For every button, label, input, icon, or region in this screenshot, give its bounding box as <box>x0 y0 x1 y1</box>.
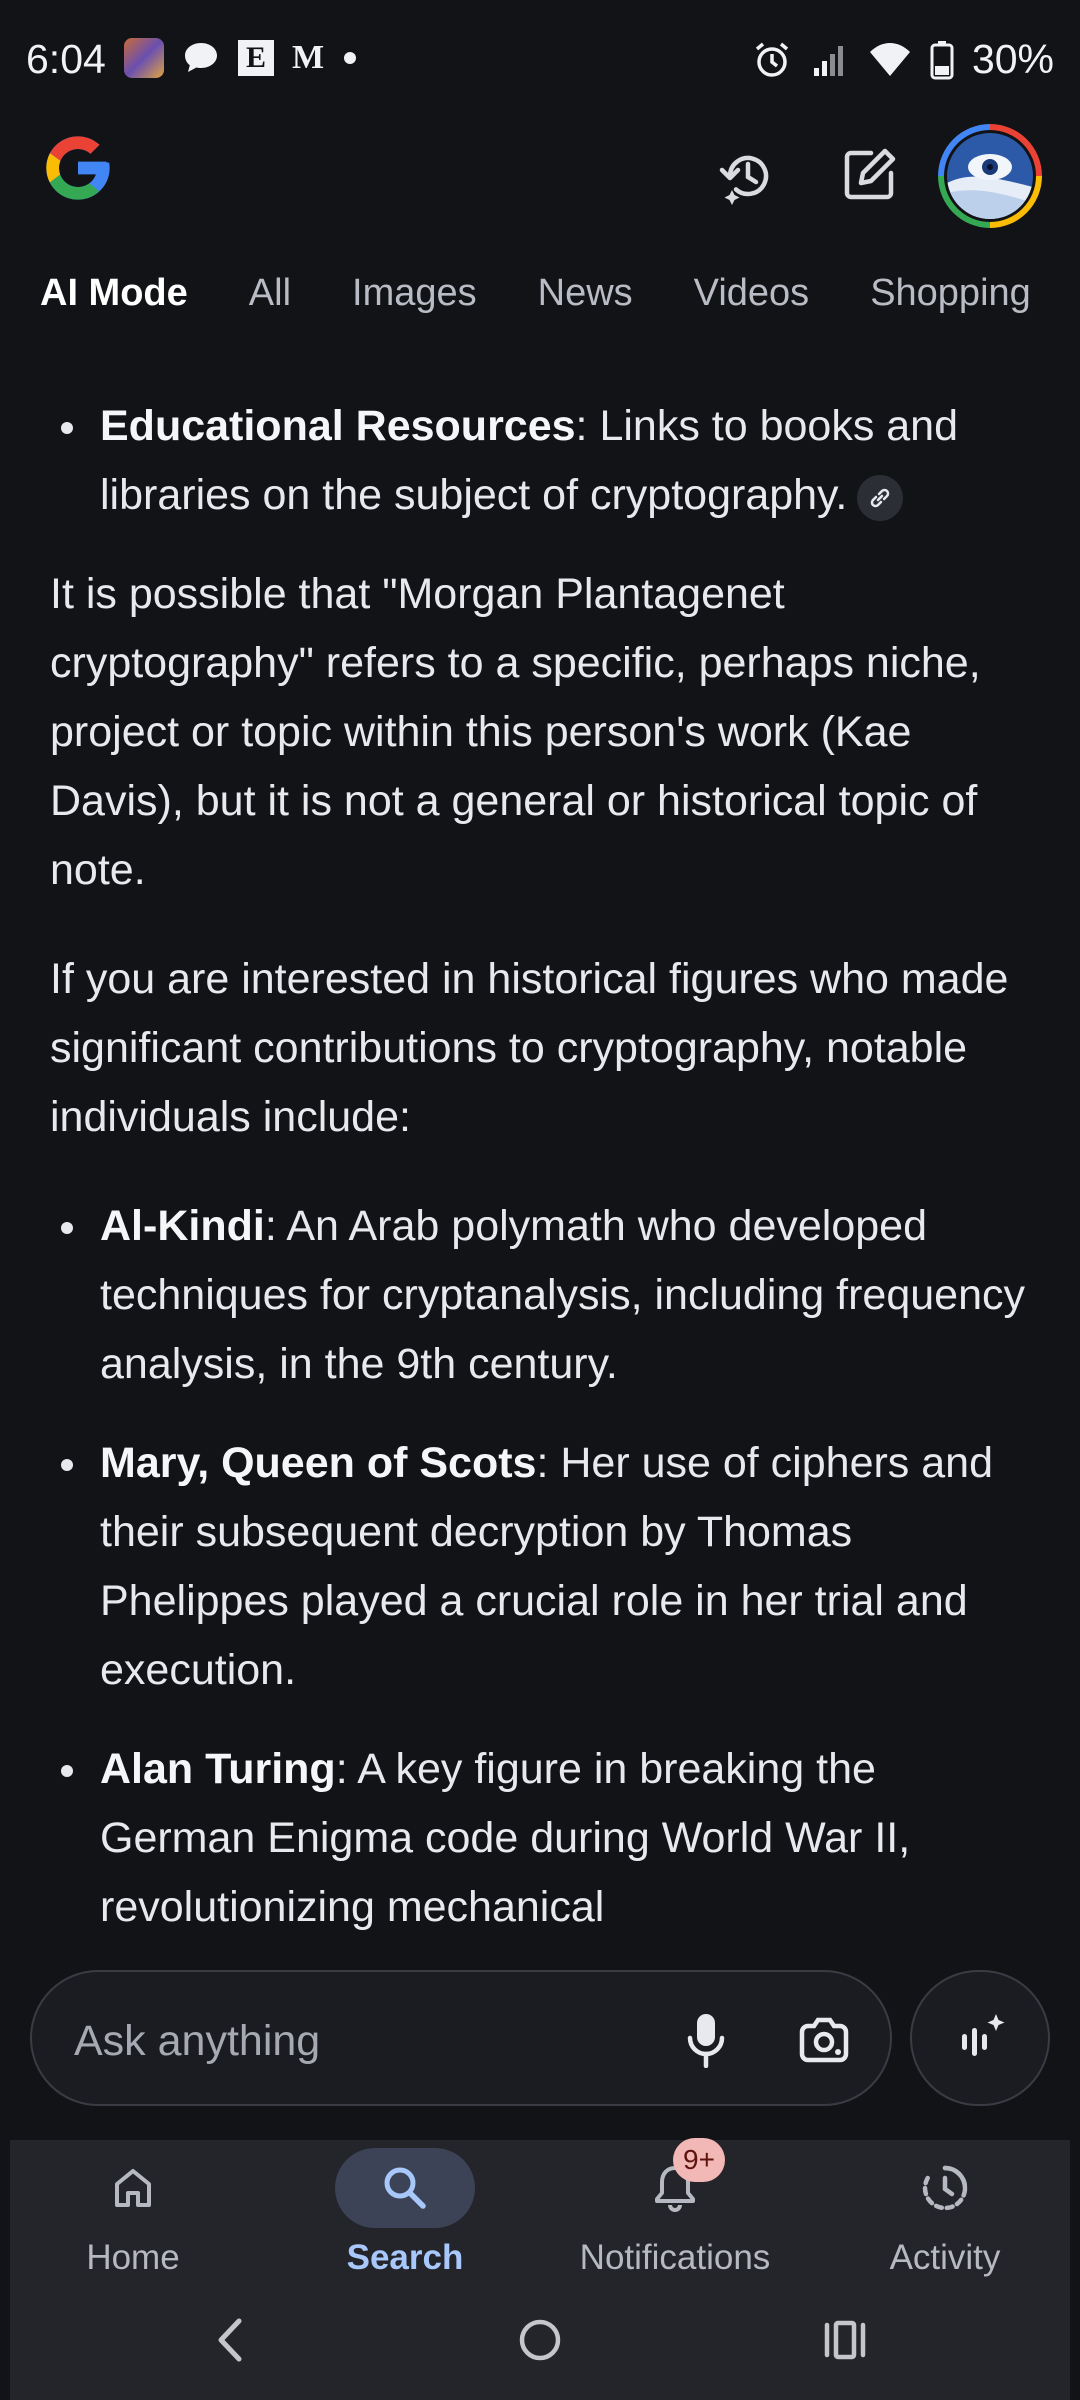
item-title: Alan Turing <box>100 1745 336 1793</box>
list-item: Mary, Queen of Scots: Her use of ciphers… <box>61 1429 1030 1705</box>
photo-app-icon <box>124 38 164 78</box>
ask-bar <box>30 1970 892 2106</box>
tab-all[interactable]: All <box>249 272 291 315</box>
home-system-button[interactable] <box>495 2300 585 2380</box>
recents-icon <box>824 2320 866 2360</box>
search-tabs: AI Mode All Images News Videos Shopping <box>40 272 1080 315</box>
figures-list: Al-Kindi: An Arab polymath who developed… <box>50 1192 1030 1937</box>
live-sparkle-icon <box>962 2014 1005 2056</box>
system-navigation <box>0 2290 1080 2390</box>
status-time: 6:04 <box>26 36 106 82</box>
circle-home-icon <box>519 2319 561 2361</box>
response-paragraph: It is possible that "Morgan Plantagenet … <box>50 570 981 894</box>
live-mode-button[interactable] <box>910 1970 1050 2106</box>
avatar-image <box>947 133 1033 219</box>
resources-list: Educational Resources: Links to books an… <box>50 392 1030 530</box>
nav-activity[interactable]: Activity <box>845 2148 1045 2278</box>
system-status: 30% <box>752 36 1054 83</box>
nav-notifications[interactable]: 9+ Notifications <box>575 2138 775 2278</box>
wifi-icon <box>869 42 910 76</box>
history-sparkle-icon <box>719 155 769 205</box>
notification-badge: 9+ <box>673 2138 725 2182</box>
signal-icon <box>813 45 843 76</box>
battery-icon <box>930 40 954 79</box>
response-paragraph: If you are interested in historical figu… <box>50 955 1009 1141</box>
e-app-icon: E <box>238 40 274 76</box>
nav-label: Activity <box>889 2238 1001 2277</box>
alarm-icon <box>755 42 789 77</box>
app-header <box>0 120 1080 240</box>
tab-images[interactable]: Images <box>352 272 477 315</box>
recents-button[interactable] <box>800 2300 890 2380</box>
back-icon <box>218 2318 242 2362</box>
battery-percent: 30% <box>971 36 1054 82</box>
list-item: Al-Kindi: An Arab polymath who developed… <box>61 1192 1030 1399</box>
home-icon <box>115 2169 151 2207</box>
item-title: Educational Resources <box>100 402 576 450</box>
lens-search-button[interactable] <box>788 2004 860 2076</box>
new-chat-button[interactable] <box>830 134 910 214</box>
history-button[interactable] <box>708 136 788 216</box>
tab-news[interactable]: News <box>538 272 633 315</box>
camera-lens-icon <box>799 2017 849 2063</box>
tab-videos[interactable]: Videos <box>694 272 810 315</box>
edit-icon <box>844 148 896 200</box>
nav-home[interactable]: Home <box>33 2148 233 2278</box>
list-item: Alan Turing: A key figure in breaking th… <box>61 1735 1030 1937</box>
mic-icon <box>687 2014 725 2068</box>
nav-label: Home <box>86 2238 180 2277</box>
tab-shopping[interactable]: Shopping <box>870 272 1031 315</box>
nav-label: Notifications <box>579 2238 771 2277</box>
back-button[interactable] <box>185 2300 275 2380</box>
medium-app-icon: M <box>292 39 324 76</box>
search-icon <box>384 2167 426 2209</box>
google-logo[interactable] <box>40 130 116 211</box>
tab-ai-mode[interactable]: AI Mode <box>40 272 188 315</box>
notification-icons: E M <box>124 38 357 78</box>
ask-input[interactable] <box>72 2012 636 2070</box>
nav-label: Search <box>346 2238 464 2277</box>
more-dot-icon <box>344 52 357 64</box>
account-avatar[interactable] <box>938 124 1042 228</box>
activity-icon <box>922 2165 968 2211</box>
nav-search[interactable]: Search <box>305 2148 505 2278</box>
status-bar: 6:04 E M 30% <box>0 0 1080 120</box>
google-g-icon <box>46 136 110 200</box>
citation-link-button[interactable] <box>857 474 904 521</box>
voice-search-button[interactable] <box>670 2004 742 2076</box>
chat-bubble-icon <box>185 43 217 72</box>
list-item: Educational Resources: Links to books an… <box>61 392 1030 530</box>
link-icon <box>871 488 890 507</box>
ai-response: Educational Resources: Links to books an… <box>50 392 1030 1937</box>
item-title: Mary, Queen of Scots <box>100 1439 537 1487</box>
item-title: Al-Kindi <box>100 1202 265 1250</box>
